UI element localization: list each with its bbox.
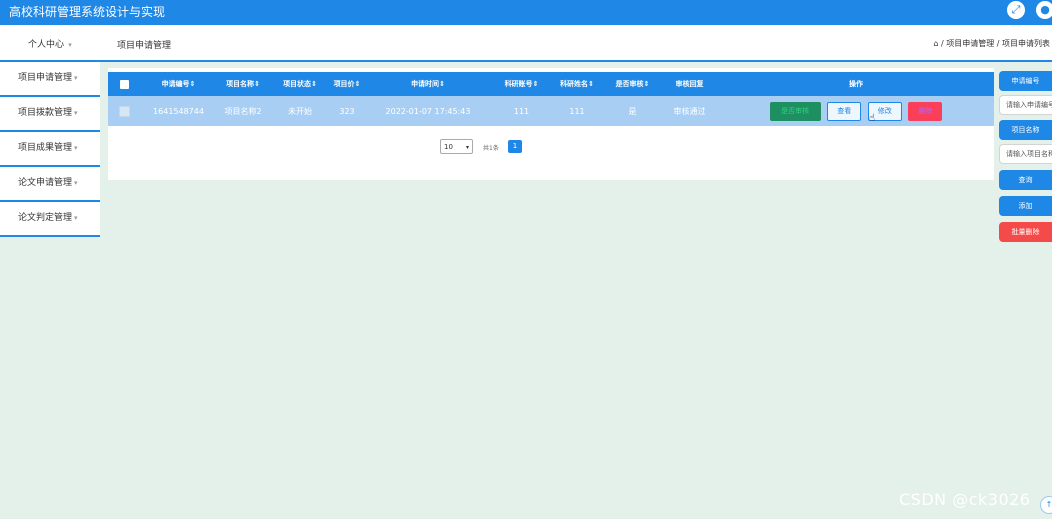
cell-audited: 是: [628, 106, 637, 116]
apply-id-input[interactable]: 请输入申请编号: [999, 95, 1052, 115]
sidebar-item-project-results[interactable]: 项目成果管理 ▾: [0, 132, 100, 167]
project-name-input[interactable]: 请输入项目名称: [999, 144, 1052, 164]
sidebar-item-project-application[interactable]: 项目申请管理 ▾: [0, 62, 100, 97]
cell-researcher: 111: [569, 106, 585, 116]
table-header-row: 申请编号⇕ 项目名称⇕ 项目状态⇕ 项目价⇕ 申请时间⇕ 科研账号⇕ 科研姓名⇕…: [108, 72, 994, 96]
apply-id-label: 申请编号: [999, 71, 1052, 91]
data-table: 申请编号⇕ 项目名称⇕ 项目状态⇕ 项目价⇕ 申请时间⇕ 科研账号⇕ 科研姓名⇕…: [108, 72, 994, 126]
sidebar-item-project-funding[interactable]: 项目拨款管理 ▾: [0, 97, 100, 132]
sidebar-item-paper-application[interactable]: 论文申请管理 ▾: [0, 167, 100, 202]
cell-actions: 是否审核 查看 修改 删除: [718, 96, 994, 126]
breadcrumb[interactable]: ⌂ / 项目申请管理 / 项目申请列表: [933, 38, 1050, 49]
cell-reply: 审核通过: [673, 106, 706, 116]
cell-status: 未开始: [288, 106, 312, 116]
column-header[interactable]: 是否审核⇕: [604, 72, 661, 96]
chevron-down-icon: ▾: [74, 109, 78, 117]
sidebar-item-label: 项目成果管理: [18, 143, 73, 153]
cell-id: 1641548744: [153, 106, 204, 116]
chevron-down-icon: ▾: [66, 41, 72, 49]
sidebar-item-label: 项目拨款管理: [18, 108, 73, 118]
column-header[interactable]: 项目状态⇕: [269, 72, 331, 96]
search-panel: 申请编号 请输入申请编号 项目名称 请输入项目名称 查询 添加 批量删除: [999, 71, 1052, 242]
query-button[interactable]: 查询: [999, 170, 1052, 190]
cell-name: 项目名称2: [224, 106, 262, 116]
sidebar: 项目申请管理 ▾ 项目拨款管理 ▾ 项目成果管理 ▾ 论文申请管理 ▾ 论文判定管理 ▾: [0, 62, 100, 237]
sidebar-item-label: 项目申请管理: [18, 73, 73, 83]
column-header: 操作: [849, 80, 863, 88]
top-bar: 高校科研管理系统设计与实现 ⤢ ●: [0, 0, 1052, 25]
column-header[interactable]: 项目价⇕: [331, 72, 363, 96]
hand-cursor-icon: ☝: [869, 113, 876, 124]
column-header[interactable]: 申请时间⇕: [363, 72, 493, 96]
page-number-button[interactable]: 1: [508, 140, 522, 153]
select-all-checkbox[interactable]: [119, 79, 129, 89]
cell-account: 111: [513, 106, 530, 116]
chevron-down-icon: ▾: [74, 74, 78, 82]
column-header[interactable]: 科研姓名⇕: [550, 72, 604, 96]
chevron-down-icon: ▾: [74, 144, 78, 152]
batch-delete-button[interactable]: 批量删除: [999, 222, 1052, 242]
user-center-menu[interactable]: 个人中心 ▾: [28, 37, 72, 50]
column-header[interactable]: 申请编号⇕: [140, 72, 217, 96]
sidebar-item-paper-judgement[interactable]: 论文判定管理 ▾: [0, 202, 100, 237]
sidebar-item-label: 论文申请管理: [18, 178, 73, 188]
page-title: 项目申请管理: [117, 41, 172, 51]
sidebar-item-label: 论文判定管理: [18, 213, 73, 223]
column-header[interactable]: 项目名称⇕: [217, 72, 269, 96]
row-checkbox[interactable]: [118, 105, 130, 117]
project-name-label: 项目名称: [999, 120, 1052, 140]
expand-icon[interactable]: ⤢: [1007, 1, 1025, 19]
sub-header: 个人中心 ▾ 项目申请管理 ⌂ / 项目申请管理 / 项目申请列表: [0, 25, 1052, 62]
main-content: 申请编号⇕ 项目名称⇕ 项目状态⇕ 项目价⇕ 申请时间⇕ 科研账号⇕ 科研姓名⇕…: [108, 68, 994, 180]
chevron-down-icon: ▾: [74, 179, 78, 187]
view-button[interactable]: 查看: [827, 101, 862, 121]
total-count: 共1条: [483, 145, 499, 152]
page-size-select[interactable]: 10 ▾: [440, 139, 473, 154]
cell-price: 323: [339, 106, 355, 116]
add-button[interactable]: 添加: [999, 196, 1052, 216]
table-row: 1641548744 项目名称2 未开始 323 2022-01-07 17:4…: [108, 96, 994, 126]
app-title: 高校科研管理系统设计与实现: [9, 5, 166, 19]
delete-button[interactable]: 删除: [908, 101, 943, 121]
row-select-cell: [108, 96, 140, 126]
column-header[interactable]: 科研账号⇕: [493, 72, 550, 96]
column-header: 审核回复: [675, 80, 704, 88]
scroll-top-icon[interactable]: ↑: [1040, 496, 1052, 514]
watermark: CSDN @ck3026: [899, 490, 1031, 509]
audit-button[interactable]: 是否审核: [769, 101, 821, 121]
select-all-cell: [108, 72, 140, 96]
chevron-down-icon: ▾: [74, 214, 78, 222]
cell-time: 2022-01-07 17:45:43: [385, 106, 471, 116]
user-icon[interactable]: ●: [1036, 1, 1052, 19]
chevron-down-icon: ▾: [465, 144, 469, 151]
